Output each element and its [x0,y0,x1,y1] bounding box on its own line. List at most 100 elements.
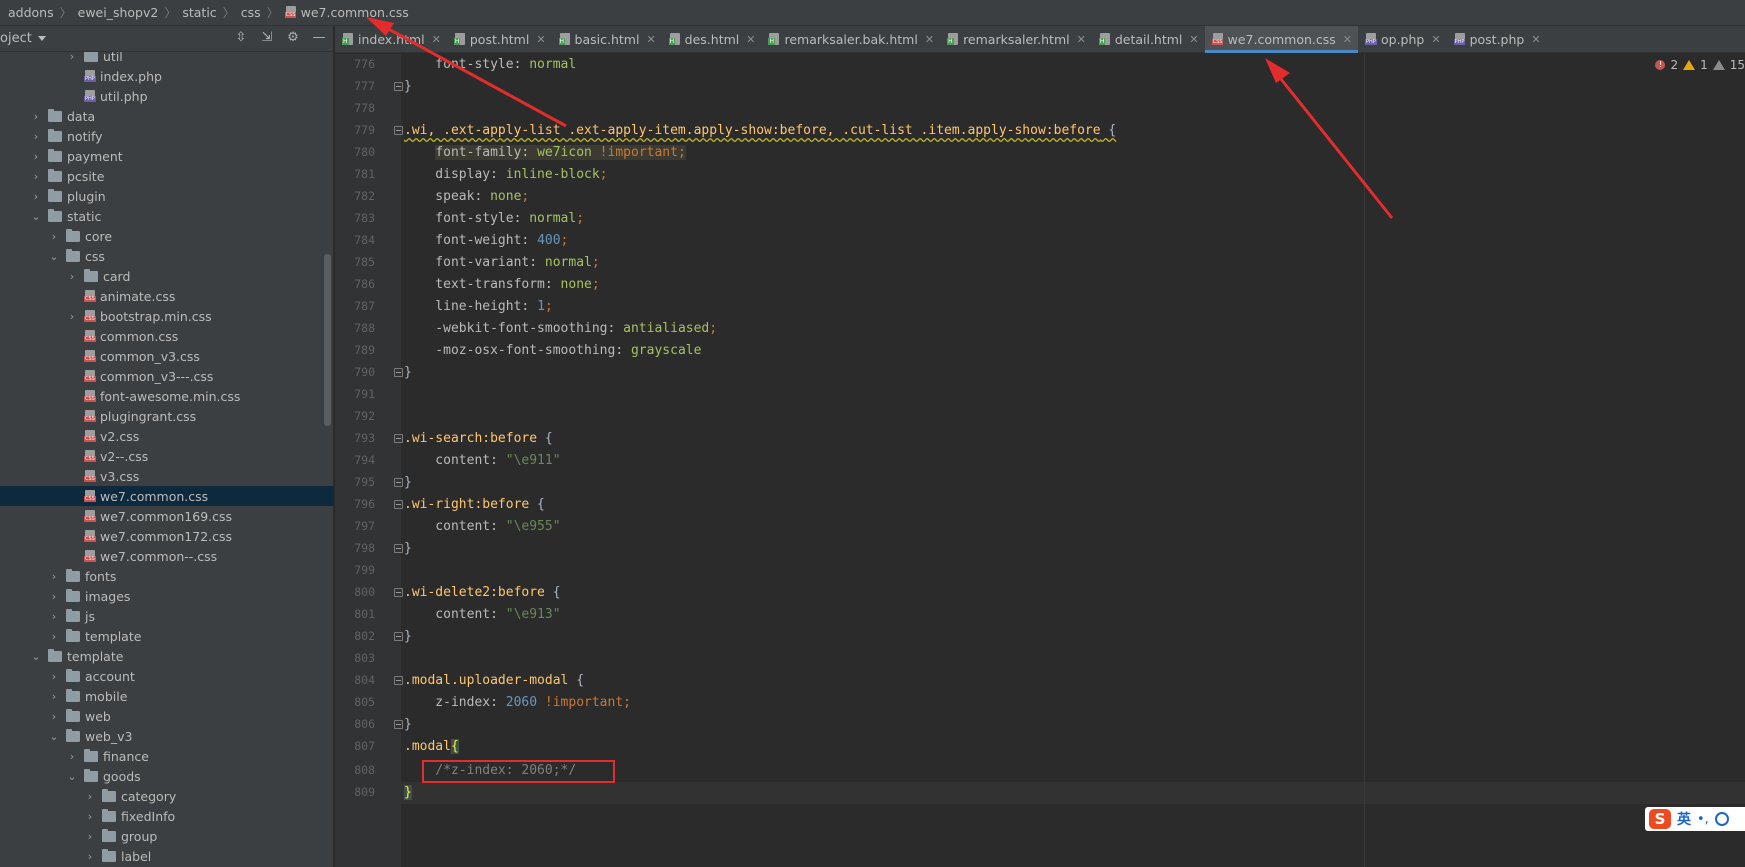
editor-tab[interactable]: des.html ✕ [662,26,762,52]
code-line[interactable]: text-transform: none; [404,274,599,296]
breadcrumb-item[interactable]: css [241,5,261,20]
code-line[interactable]: .wi-right:before { [404,494,545,516]
fold-marker-icon[interactable] [394,126,403,135]
tree-folder[interactable]: › web [0,706,334,726]
code-line[interactable]: font-variant: normal; [404,252,599,274]
problems-indicator[interactable]: ! 2 1 15 [1655,58,1745,72]
code-line[interactable]: content: "\e913" [404,604,560,626]
tree-folder[interactable]: ⌄ css [0,246,334,266]
breadcrumb-item[interactable]: ewei_shopv2 [78,5,159,20]
tree-file[interactable]: common.css [0,326,334,346]
tree-file[interactable]: common_v3---.css [0,366,334,386]
expand-all-icon[interactable]: ⇳ [233,30,249,46]
close-icon[interactable]: ✕ [536,33,545,46]
fold-marker-icon[interactable] [394,478,403,487]
tree-folder[interactable]: › group [0,826,334,846]
tree-folder[interactable]: › account [0,666,334,686]
chevron-right-icon[interactable]: › [84,810,96,823]
code-line[interactable]: } [404,472,412,494]
chevron-right-icon[interactable]: › [84,790,96,803]
editor-tab[interactable]: remarksaler.bak.html ✕ [761,26,940,52]
code-line[interactable]: } [404,76,412,98]
code-line[interactable]: } [404,538,412,560]
fold-marker-icon[interactable] [394,500,403,509]
code-line[interactable]: } [404,626,412,648]
tree-folder[interactable]: › payment [0,146,334,166]
chevron-right-icon[interactable]: › [48,710,60,723]
tree-folder[interactable]: › fonts [0,566,334,586]
tree-folder[interactable]: › fixedInfo [0,806,334,826]
chevron-right-icon[interactable]: › [48,630,60,643]
code-line[interactable]: font-style: normal; [404,208,584,230]
chevron-right-icon[interactable]: › [84,850,96,863]
code-line[interactable]: font-style: normal [404,54,576,76]
code-line[interactable]: } [404,714,412,736]
tree-file[interactable]: common_v3.css [0,346,334,366]
breadcrumb-item[interactable]: addons [8,5,54,20]
code-line[interactable]: .modal.uploader-modal { [404,670,584,692]
tree-file[interactable]: util.php [0,86,334,106]
close-icon[interactable]: ✕ [646,33,655,46]
code-line[interactable]: .wi-search:before { [404,428,553,450]
chevron-down-icon[interactable] [37,36,46,41]
gear-icon[interactable]: ⚙ [285,30,301,46]
editor-tab[interactable]: post.html ✕ [447,26,552,52]
fold-marker-icon[interactable] [394,544,403,553]
chevron-down-icon[interactable]: ⌄ [66,770,78,783]
tree-folder[interactable]: › card [0,266,334,286]
fold-marker-icon[interactable] [394,434,403,443]
tree-file[interactable]: plugingrant.css [0,406,334,426]
fold-marker-icon[interactable] [394,82,403,91]
minimize-icon[interactable]: — [311,30,327,46]
code-line[interactable]: } [404,362,412,384]
code-line[interactable]: display: inline-block; [404,164,607,186]
tree-folder[interactable]: › pcsite [0,166,334,186]
tree-file[interactable]: › bootstrap.min.css [0,306,334,326]
close-icon[interactable]: ✕ [1431,33,1440,46]
code-line[interactable]: speak: none; [404,186,529,208]
tree-file[interactable]: we7.common--.css [0,546,334,566]
code-line[interactable]: font-family: we7icon !important; [404,142,686,164]
editor-tab[interactable]: we7.common.css ✕ [1204,26,1359,53]
editor-tab[interactable]: index.html ✕ [335,26,447,52]
tree-file[interactable]: font-awesome.min.css [0,386,334,406]
fold-marker-icon[interactable] [394,720,403,729]
tree-file[interactable]: we7.common169.css [0,506,334,526]
tree-folder[interactable]: › category [0,786,334,806]
tree-folder[interactable]: › plugin [0,186,334,206]
tree-folder[interactable]: › template [0,626,334,646]
chevron-right-icon[interactable]: › [84,830,96,843]
fold-marker-icon[interactable] [394,588,403,597]
tree-file[interactable]: v2.css [0,426,334,446]
tree-folder[interactable]: ⌄ web_v3 [0,726,334,746]
editor-tab[interactable]: detail.html ✕ [1092,26,1205,52]
tree-file[interactable]: v3.css [0,466,334,486]
tree-file[interactable]: we7.common172.css [0,526,334,546]
close-icon[interactable]: ✕ [1189,33,1198,46]
chevron-right-icon[interactable]: › [30,150,42,163]
tree-file[interactable]: animate.css [0,286,334,306]
chevron-right-icon[interactable]: › [66,52,78,63]
chevron-right-icon[interactable]: › [48,590,60,603]
close-icon[interactable]: ✕ [1077,33,1086,46]
close-icon[interactable]: ✕ [1531,33,1540,46]
chevron-down-icon[interactable]: ⌄ [48,730,60,743]
breadcrumb-item[interactable]: static [182,5,216,20]
code-line[interactable]: .wi-delete2:before { [404,582,561,604]
tree-folder[interactable]: › core [0,226,334,246]
code-editor[interactable]: 776 777 778 779 780 781 782 783 784 785 786 787 788 7… [335,54,1745,867]
chevron-down-icon[interactable]: ⌄ [30,650,42,663]
tree-folder[interactable]: › mobile [0,686,334,706]
project-panel-title[interactable]: oject [0,31,32,46]
code-line[interactable]: -moz-osx-font-smoothing: grayscale [404,340,701,362]
tree-file[interactable]: index.php [0,66,334,86]
tree-folder[interactable]: ⌄ template [0,646,334,666]
fold-marker-icon[interactable] [394,676,403,685]
tree-folder[interactable]: ⌄ goods [0,766,334,786]
close-icon[interactable]: ✕ [746,33,755,46]
fold-marker-icon[interactable] [394,368,403,377]
code-line[interactable]: .wi, .ext-apply-list .ext-apply-item.app… [404,120,1116,142]
editor-tab[interactable]: op.php ✕ [1358,26,1447,52]
chevron-right-icon[interactable]: › [48,610,60,623]
chevron-down-icon[interactable]: ⌄ [30,210,42,223]
